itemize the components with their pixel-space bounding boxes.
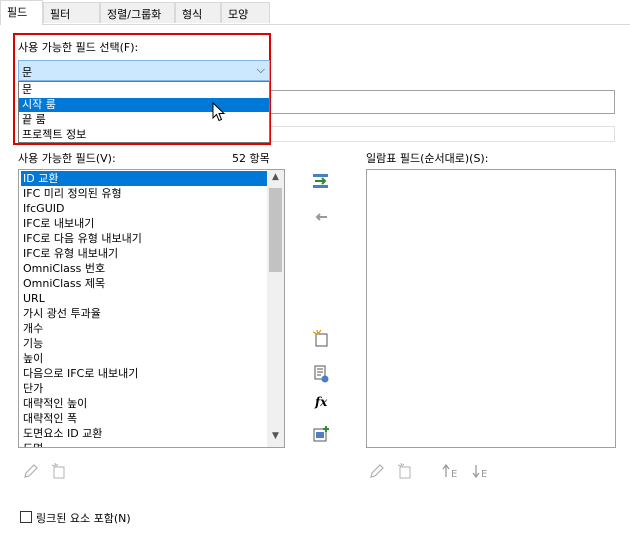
tab-sorting-grouping[interactable]: 정렬/그룹화: [100, 2, 175, 23]
tab-label: 모양: [228, 8, 249, 21]
list-item[interactable]: IFC 미리 정의된 유형: [21, 186, 269, 201]
svg-text:E: E: [481, 469, 487, 480]
tab-label: 필터: [50, 8, 71, 21]
include-linked-checkbox[interactable]: [20, 511, 32, 523]
list-item[interactable]: 단가: [21, 381, 269, 396]
available-fields-label: 사용 가능한 필드(V):: [18, 152, 116, 165]
list-item[interactable]: 다음으로 IFC로 내보내기: [21, 366, 269, 381]
list-item[interactable]: 도면요소 ID 교환: [21, 426, 269, 441]
dropdown-option[interactable]: 끝 룸: [19, 113, 269, 127]
schedule-fields-list[interactable]: [366, 169, 616, 448]
list-item[interactable]: OmniClass 제목: [21, 276, 269, 291]
svg-text:E: E: [451, 469, 457, 480]
list-item[interactable]: IfcGUID: [21, 201, 269, 216]
remove-field-icon[interactable]: [312, 208, 330, 226]
scroll-up-icon[interactable]: ▲: [267, 172, 284, 186]
list-item[interactable]: 기능: [21, 336, 269, 351]
select-field-label: 사용 가능한 필드 선택(F):: [18, 41, 139, 54]
tab-formatting[interactable]: 형식: [175, 2, 221, 23]
list-item[interactable]: IFC로 유형 내보내기: [21, 246, 269, 261]
add-field-icon[interactable]: [312, 172, 330, 190]
dropdown-option[interactable]: 프로젝트 정보: [19, 128, 269, 142]
available-fields-list[interactable]: ID 교환 IFC 미리 정의된 유형 IfcGUID IFC로 내보내기 IF…: [18, 169, 285, 448]
tab-label: 정렬/그룹화: [107, 8, 162, 21]
tab-appearance[interactable]: 모양: [221, 2, 270, 23]
list-item[interactable]: ID 교환: [21, 171, 269, 186]
tab-filter[interactable]: 필터: [43, 2, 100, 23]
move-down-icon[interactable]: E: [472, 462, 490, 480]
list-item[interactable]: IFC로 내보내기: [21, 216, 269, 231]
tab-fields[interactable]: 필드: [0, 0, 43, 25]
tab-bar: 필드 필터 정렬/그룹화 형식 모양: [0, 0, 630, 25]
tab-label: 필드: [7, 6, 28, 19]
schedule-fields-label: 일람표 필드(순서대로)(S):: [366, 152, 489, 165]
dropdown-option[interactable]: 시작 룸: [19, 98, 269, 112]
list-item[interactable]: URL: [21, 291, 269, 306]
combo-value: 문: [22, 66, 33, 79]
list-item[interactable]: 개수: [21, 321, 269, 336]
list-item[interactable]: 대략적인 높이: [21, 396, 269, 411]
mouse-cursor-icon: [212, 102, 226, 122]
list-item[interactable]: IFC로 다음 유형 내보내기: [21, 231, 269, 246]
tab-label: 형식: [182, 8, 203, 21]
move-up-icon[interactable]: E: [442, 462, 460, 480]
include-linked-label: 링크된 요소 포함(N): [36, 512, 131, 525]
formula-fx-icon[interactable]: fx: [315, 395, 327, 409]
edit-pencil-icon[interactable]: [368, 462, 386, 480]
dropdown-option[interactable]: 문: [19, 83, 269, 97]
new-parameter-icon[interactable]: [50, 462, 68, 480]
calculated-value-icon[interactable]: [312, 365, 330, 383]
select-field-dropdown: 문 시작 룸 끝 룸 프로젝트 정보: [18, 81, 270, 143]
scroll-down-icon[interactable]: ▼: [267, 431, 284, 445]
list-item[interactable]: OmniClass 번호: [21, 261, 269, 276]
add-parameter-icon[interactable]: [312, 329, 330, 347]
edit-pencil-icon[interactable]: [22, 462, 40, 480]
available-fields-count: 52 항목: [232, 152, 270, 165]
chevron-down-icon: ⌵: [256, 63, 265, 76]
combine-parameters-icon[interactable]: [312, 425, 330, 443]
list-scrollbar[interactable]: ▲ ▼: [267, 170, 284, 447]
new-parameter-icon[interactable]: [396, 462, 414, 480]
list-item[interactable]: 도면: [21, 441, 269, 447]
scroll-thumb[interactable]: [269, 188, 282, 272]
list-item[interactable]: 높이: [21, 351, 269, 366]
list-item[interactable]: 대략적인 폭: [21, 411, 269, 426]
list-item[interactable]: 가시 광선 투과율: [21, 306, 269, 321]
select-field-combo[interactable]: 문 ⌵: [18, 60, 270, 81]
